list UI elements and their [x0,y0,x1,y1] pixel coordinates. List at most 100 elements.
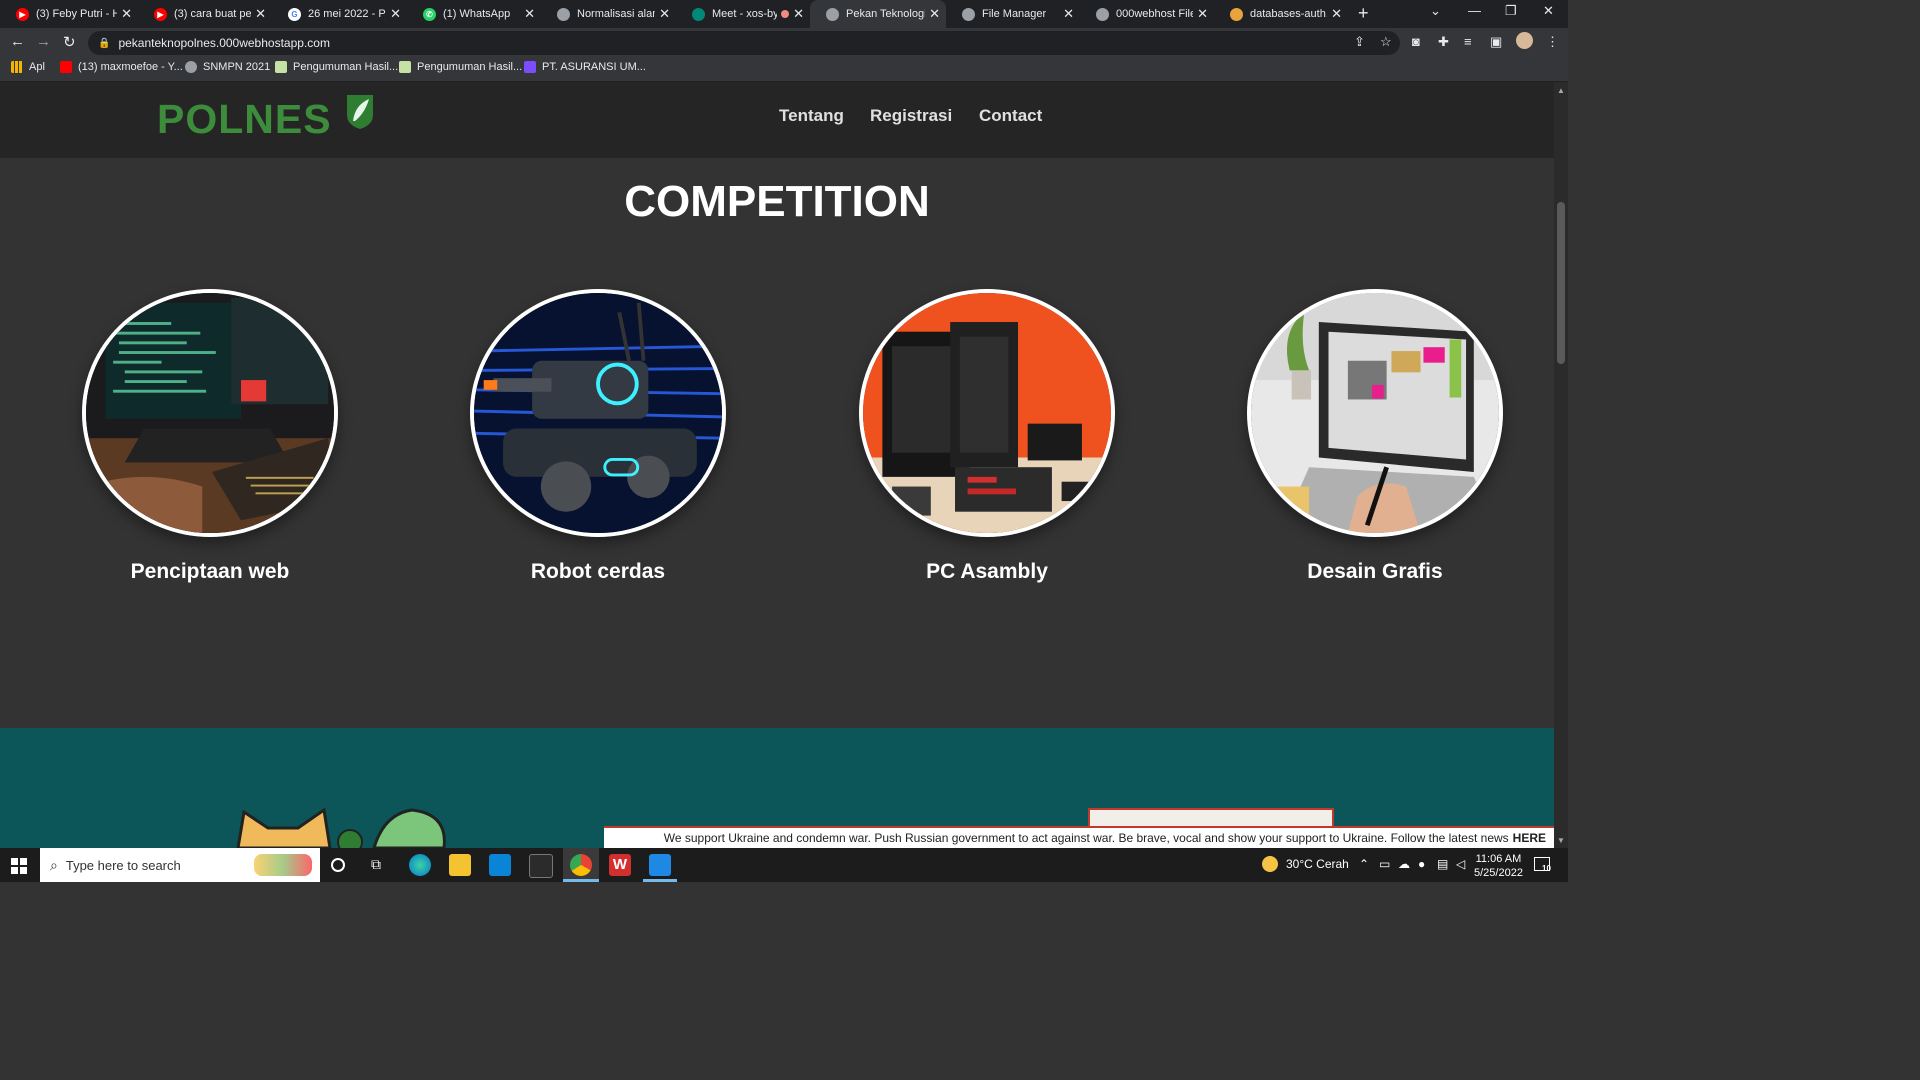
side-panel-icon[interactable]: ▣ [1490,34,1502,50]
taskbar-search[interactable]: ⌕ Type here to search [40,848,320,882]
close-icon[interactable]: ✕ [121,6,132,22]
robot-photo [470,289,726,537]
wps-office-icon[interactable]: W [609,854,631,876]
scroll-down-icon[interactable]: ▼ [1557,836,1565,845]
close-icon[interactable]: ✕ [524,6,535,22]
profile-avatar[interactable] [1516,32,1533,49]
onedrive-icon[interactable]: ☁ [1398,857,1410,871]
bookmark-item[interactable]: PT. ASURANSI UM... [524,61,646,73]
tab-title: databases-auth.00 [1250,8,1327,20]
reading-list-icon[interactable]: ≡ [1464,34,1472,49]
close-icon[interactable]: ✕ [929,6,940,22]
browser-tab[interactable]: databases-auth.00 ✕ [1214,0,1348,28]
competition-card[interactable]: Robot cerdas [470,289,726,583]
browser-tab[interactable]: File Manager ✕ [946,0,1080,28]
bookmark-item[interactable]: (13) maxmoefoe - Y... [60,61,183,73]
web-page: POLNES Tentang Registrasi Contact COMPET… [0,82,1554,848]
cortana-icon[interactable] [331,858,345,872]
browser-tab[interactable]: ▶ (3) cara buat penja ✕ [138,0,272,28]
bookmark-item[interactable]: Apl [11,61,45,73]
microphone-icon[interactable]: ● [1418,857,1425,871]
window-close-icon[interactable]: ✕ [1543,3,1554,19]
close-icon[interactable]: ✕ [659,6,670,22]
close-icon[interactable]: ✕ [255,6,266,22]
chevron-up-icon[interactable]: ⌃ [1359,857,1369,871]
bookmark-label: Apl [29,61,45,73]
close-icon[interactable]: ✕ [1331,6,1342,22]
url-text: pekanteknopolnes.000webhostapp.com [118,36,330,50]
browser-tab[interactable]: Normalisasi alamh ✕ [541,0,676,28]
browser-tab-active[interactable]: Pekan Teknologi P ✕ [810,0,946,28]
nav-link-contact[interactable]: Contact [979,106,1042,126]
bookmark-item[interactable]: SNMPN 2021 [185,61,270,73]
browser-tab[interactable]: ▶ (3) Feby Putri - Hal ✕ [0,0,138,28]
competition-card[interactable]: Desain Grafis [1247,289,1503,583]
meet-now-icon[interactable]: ▭ [1379,857,1390,871]
close-icon[interactable]: ✕ [1197,6,1208,22]
restore-icon[interactable]: ❐ [1505,3,1517,19]
windows-start-icon[interactable] [11,858,27,874]
youtube-icon: ▶ [16,7,29,21]
chrome-icon[interactable] [570,854,592,876]
browser-tab[interactable]: 000webhost File M ✕ [1080,0,1214,28]
puzzle-icon[interactable]: ✚ [1438,34,1449,50]
close-icon[interactable]: ✕ [793,6,804,22]
page-scrollbar[interactable]: ▲ ▼ [1554,82,1568,848]
banner-text: We support Ukraine and condemn war. Push… [663,831,1509,845]
globe-icon [185,61,197,73]
mail-icon[interactable] [489,854,511,876]
competition-card[interactable]: Penciptaan web [82,289,338,583]
share-icon[interactable]: ⇪ [1354,34,1365,50]
system-clock[interactable]: 11:06 AM 5/25/2022 [1474,852,1523,880]
weather-icon[interactable] [1262,856,1278,872]
browser-tab[interactable]: ✆ (1) WhatsApp ✕ [407,0,541,28]
bookmark-item[interactable]: Pengumuman Hasil... [275,61,398,73]
close-icon[interactable]: ✕ [1063,6,1074,22]
tab-search-icon[interactable]: ⌄ [1430,3,1441,19]
menu-icon[interactable]: ⋮ [1546,34,1559,50]
close-icon[interactable]: ✕ [390,6,401,22]
browser-tab[interactable]: G 26 mei 2022 - Pen ✕ [272,0,407,28]
extension-icon[interactable]: ◙ [1412,34,1420,49]
star-icon[interactable]: ☆ [1380,34,1392,50]
globe-icon [826,7,839,21]
globe-icon [557,7,570,21]
file-explorer-icon[interactable] [449,854,471,876]
tab-title: Pekan Teknologi P [846,8,926,20]
search-placeholder: Type here to search [65,857,181,873]
competition-label: Robot cerdas [530,560,666,583]
bookmark-item[interactable]: Pengumuman Hasil... [399,61,522,73]
scroll-up-icon[interactable]: ▲ [1557,86,1565,95]
address-bar[interactable]: 🔒 pekanteknopolnes.000webhostapp.com [88,31,1400,55]
apps-grid-icon [11,61,23,73]
banner-link[interactable]: HERE [1513,831,1546,845]
site-logo[interactable]: POLNES [157,96,332,143]
photos-icon[interactable] [649,854,671,876]
edge-icon[interactable] [409,854,431,876]
forward-icon[interactable]: → [36,33,51,50]
competition-label: Desain Grafis [1307,560,1443,583]
weather-text[interactable]: 30°C Cerah [1286,857,1349,871]
tab-title: Meet - xos-by [712,8,778,20]
reload-icon[interactable]: ↻ [63,33,76,51]
section-title: COMPETITION [624,177,930,226]
back-icon[interactable]: ← [10,33,25,50]
network-icon[interactable]: ▤ [1437,857,1448,871]
pc-assembly-photo [859,289,1115,537]
mascot-illustration [236,807,446,848]
store-icon[interactable] [529,854,553,878]
new-tab-button[interactable]: + [1358,3,1369,24]
tab-title: File Manager [982,8,1047,20]
competition-card[interactable]: PC Asambly [859,289,1115,583]
volume-icon[interactable]: ◁ [1456,857,1465,871]
clock-time: 11:06 AM [1475,853,1522,865]
nav-link-tentang[interactable]: Tentang [779,106,844,126]
nav-link-registrasi[interactable]: Registrasi [870,106,952,126]
scroll-thumb[interactable] [1557,202,1565,364]
youtube-icon [60,61,72,73]
bookmark-label: PT. ASURANSI UM... [542,61,646,73]
windows-taskbar: ⌕ Type here to search ⧉ W 30°C Cerah ⌃ ▭… [0,848,1568,882]
browser-tab[interactable]: Meet - xos-by ✕ [676,0,810,28]
minimize-icon[interactable]: — [1468,3,1481,18]
task-view-icon[interactable]: ⧉ [371,856,381,873]
